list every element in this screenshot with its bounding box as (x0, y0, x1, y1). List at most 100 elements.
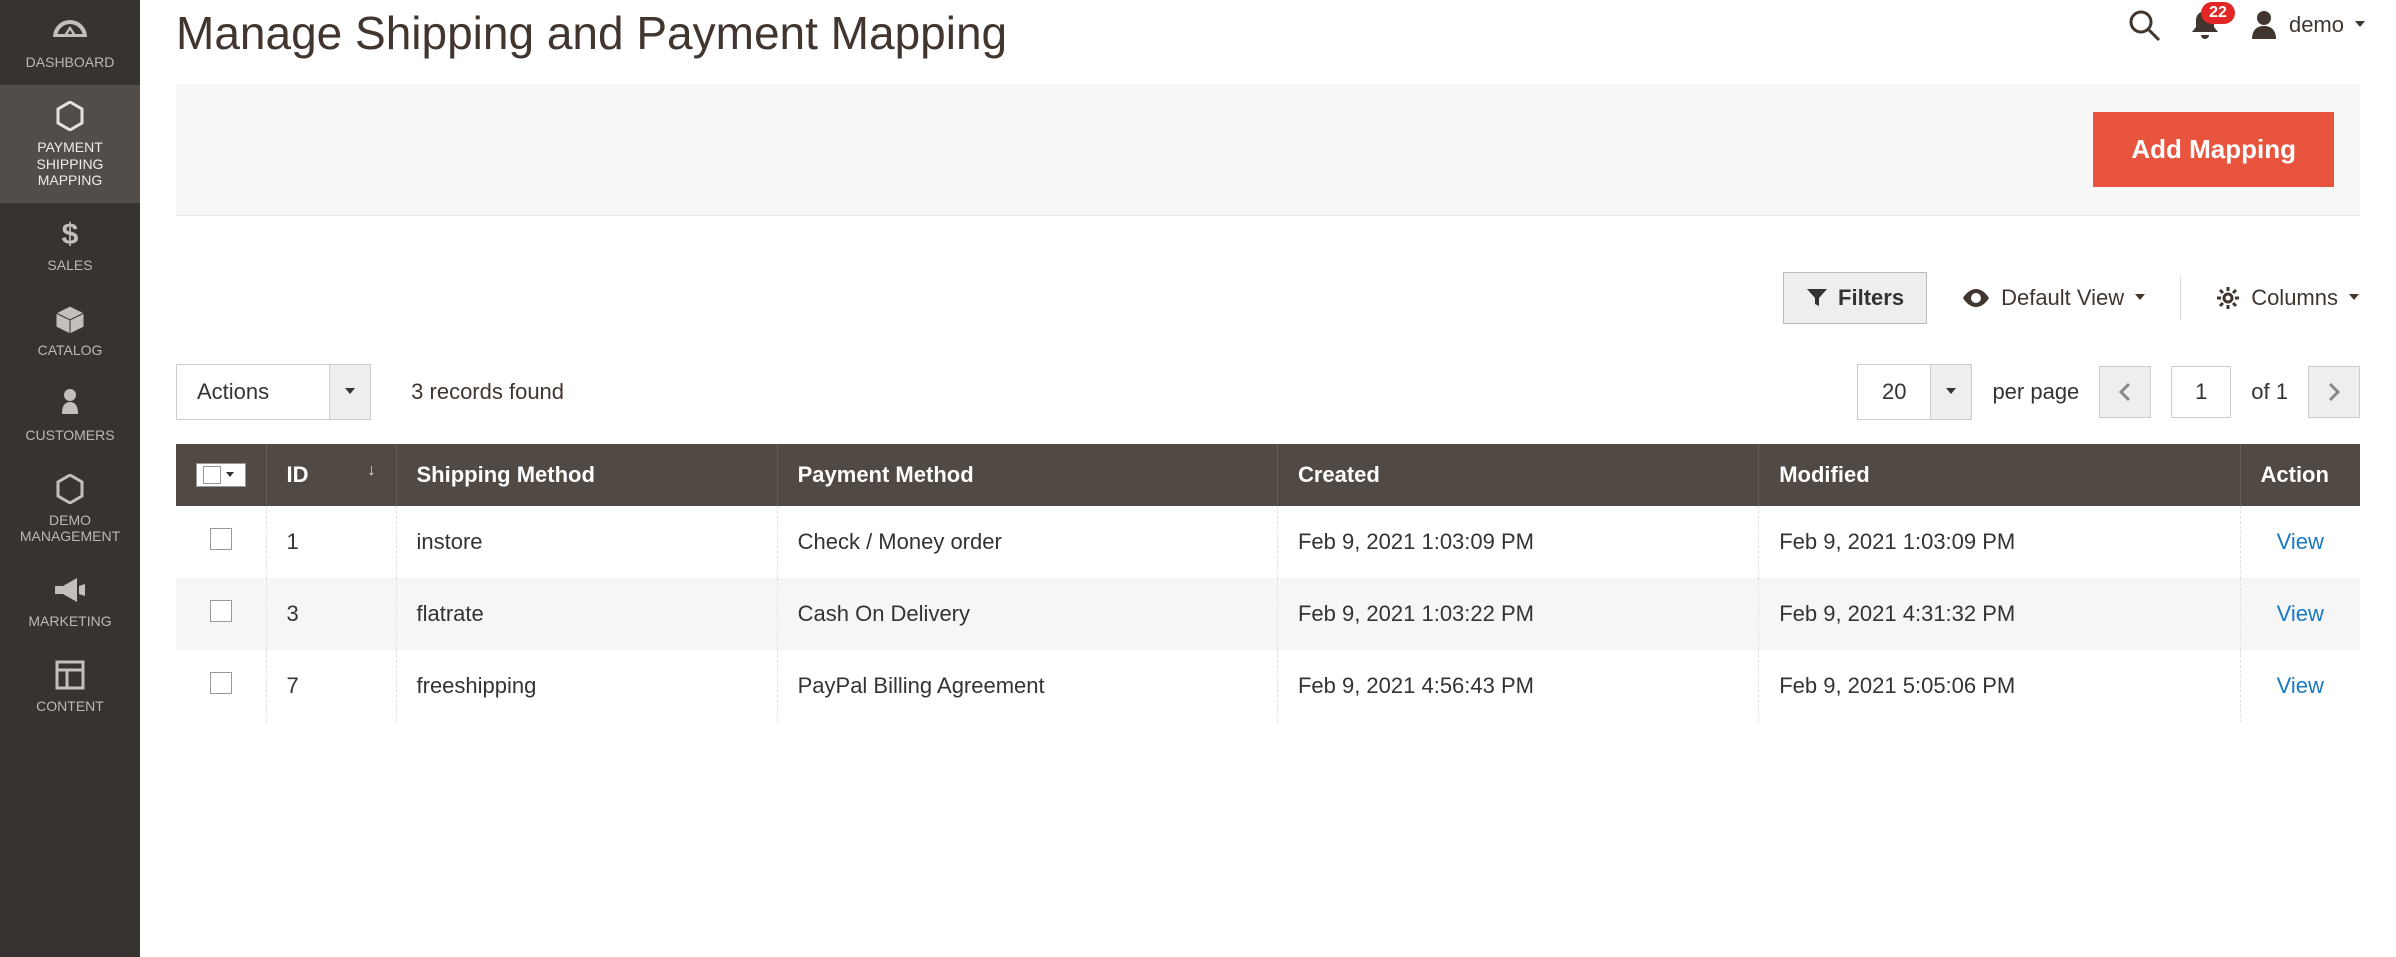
mapping-table: ID↓ Shipping Method Payment Method Creat… (176, 444, 2360, 722)
sidebar-item-label: CUSTOMERS (25, 427, 114, 444)
table-row[interactable]: 7freeshippingPayPal Billing AgreementFeb… (176, 650, 2360, 722)
cell-shipping: freeshipping (396, 650, 777, 722)
hexagon-icon (55, 472, 85, 506)
hexagon-icon (55, 99, 85, 133)
caret-down-icon (2348, 293, 2360, 303)
default-view-dropdown[interactable]: Default View (1961, 285, 2146, 311)
user-icon (2249, 9, 2279, 41)
cell-shipping: instore (396, 506, 777, 578)
top-bar: 22 demo (2127, 8, 2366, 42)
user-menu[interactable]: demo (2249, 9, 2366, 41)
column-header-modified[interactable]: Modified (1759, 444, 2240, 506)
person-icon (59, 387, 81, 421)
prev-page-button[interactable] (2099, 366, 2151, 418)
column-header-payment[interactable]: Payment Method (777, 444, 1277, 506)
column-header-action[interactable]: Action (2240, 444, 2360, 506)
cell-payment: Check / Money order (777, 506, 1277, 578)
sidebar-item-label: PAYMENT SHIPPING MAPPING (4, 139, 136, 189)
sidebar-item-customers[interactable]: CUSTOMERS (0, 373, 140, 458)
cell-shipping: flatrate (396, 578, 777, 650)
sidebar-item-marketing[interactable]: MARKETING (0, 559, 140, 644)
main-content: 22 demo Manage Shipping and Payment Mapp… (140, 0, 2396, 957)
column-header-created[interactable]: Created (1277, 444, 1758, 506)
cell-modified: Feb 9, 2021 4:31:32 PM (1759, 578, 2240, 650)
sidebar-item-dashboard[interactable]: DASHBOARD (0, 0, 140, 85)
row-checkbox[interactable] (210, 528, 232, 550)
page-total-label: of 1 (2251, 379, 2288, 405)
chevron-right-icon (2327, 382, 2341, 402)
columns-label: Columns (2251, 285, 2338, 311)
caret-down-icon (2134, 293, 2146, 303)
filters-label: Filters (1838, 285, 1904, 311)
cell-modified: Feb 9, 2021 5:05:06 PM (1759, 650, 2240, 722)
row-checkbox[interactable] (210, 672, 232, 694)
sidebar-item-catalog[interactable]: CATALOG (0, 288, 140, 373)
sidebar-item-label: MARKETING (28, 613, 111, 630)
divider (2180, 276, 2181, 320)
megaphone-icon (53, 573, 87, 607)
sidebar-item-demo-management[interactable]: DEMO MANAGEMENT (0, 458, 140, 560)
page-title: Manage Shipping and Payment Mapping (176, 0, 2360, 84)
caret-down-icon (1930, 365, 1971, 419)
eye-icon (1961, 287, 1991, 309)
per-page-selector[interactable]: 20 (1857, 364, 1972, 420)
add-mapping-button[interactable]: Add Mapping (2093, 112, 2334, 187)
sort-indicator-icon: ↓ (368, 462, 376, 480)
gauge-icon (52, 14, 88, 48)
sidebar-item-content[interactable]: CONTENT (0, 644, 140, 729)
sidebar-item-label: DASHBOARD (26, 54, 115, 71)
next-page-button[interactable] (2308, 366, 2360, 418)
user-label: demo (2289, 12, 2344, 38)
page-number-input[interactable]: 1 (2171, 366, 2231, 418)
cell-created: Feb 9, 2021 4:56:43 PM (1277, 650, 1758, 722)
per-page-value: 20 (1858, 365, 1930, 419)
caret-down-icon (2354, 20, 2366, 30)
table-row[interactable]: 1instoreCheck / Money orderFeb 9, 2021 1… (176, 506, 2360, 578)
caret-down-icon (329, 365, 370, 419)
notifications-icon[interactable]: 22 (2189, 8, 2221, 42)
page-actions-bar: Add Mapping (176, 84, 2360, 216)
dollar-icon: $ (60, 217, 80, 251)
sidebar-item-sales[interactable]: $ SALES (0, 203, 140, 288)
cell-created: Feb 9, 2021 1:03:22 PM (1277, 578, 1758, 650)
box-icon (53, 302, 87, 336)
row-checkbox[interactable] (210, 600, 232, 622)
search-icon[interactable] (2127, 8, 2161, 42)
columns-dropdown[interactable]: Columns (2215, 285, 2360, 311)
column-header-id[interactable]: ID↓ (266, 444, 396, 506)
sidebar-item-label: SALES (47, 257, 92, 274)
cell-payment: PayPal Billing Agreement (777, 650, 1277, 722)
sidebar-item-label: CATALOG (38, 342, 103, 359)
sidebar-item-label: CONTENT (36, 698, 104, 715)
view-link[interactable]: View (2277, 601, 2324, 626)
cell-modified: Feb 9, 2021 1:03:09 PM (1759, 506, 2240, 578)
cell-id: 7 (266, 650, 396, 722)
cell-created: Feb 9, 2021 1:03:09 PM (1277, 506, 1758, 578)
gear-icon (2215, 285, 2241, 311)
per-page-label: per page (1992, 379, 2079, 405)
actions-dropdown[interactable]: Actions (176, 364, 371, 420)
column-header-checkbox[interactable] (176, 444, 266, 506)
chevron-left-icon (2118, 382, 2132, 402)
checkbox-icon (203, 466, 221, 484)
view-link[interactable]: View (2277, 529, 2324, 554)
caret-down-icon (225, 471, 235, 479)
sidebar: DASHBOARD PAYMENT SHIPPING MAPPING $ SAL… (0, 0, 140, 957)
sidebar-item-payment-shipping-mapping[interactable]: PAYMENT SHIPPING MAPPING (0, 85, 140, 203)
cell-id: 3 (266, 578, 396, 650)
filters-button[interactable]: Filters (1783, 272, 1927, 324)
layout-icon (55, 658, 85, 692)
cell-payment: Cash On Delivery (777, 578, 1277, 650)
table-header-row: ID↓ Shipping Method Payment Method Creat… (176, 444, 2360, 506)
grid-view-controls: Filters Default View Columns (176, 272, 2360, 324)
notifications-badge: 22 (2201, 2, 2235, 24)
grid-pagination-bar: Actions 3 records found 20 per page 1 of… (176, 364, 2360, 420)
actions-label: Actions (177, 365, 329, 419)
sidebar-item-label: DEMO MANAGEMENT (4, 512, 136, 546)
svg-text:$: $ (62, 218, 79, 251)
view-link[interactable]: View (2277, 673, 2324, 698)
cell-id: 1 (266, 506, 396, 578)
table-row[interactable]: 3flatrateCash On DeliveryFeb 9, 2021 1:0… (176, 578, 2360, 650)
select-all-checkbox[interactable] (196, 463, 246, 487)
column-header-shipping[interactable]: Shipping Method (396, 444, 777, 506)
